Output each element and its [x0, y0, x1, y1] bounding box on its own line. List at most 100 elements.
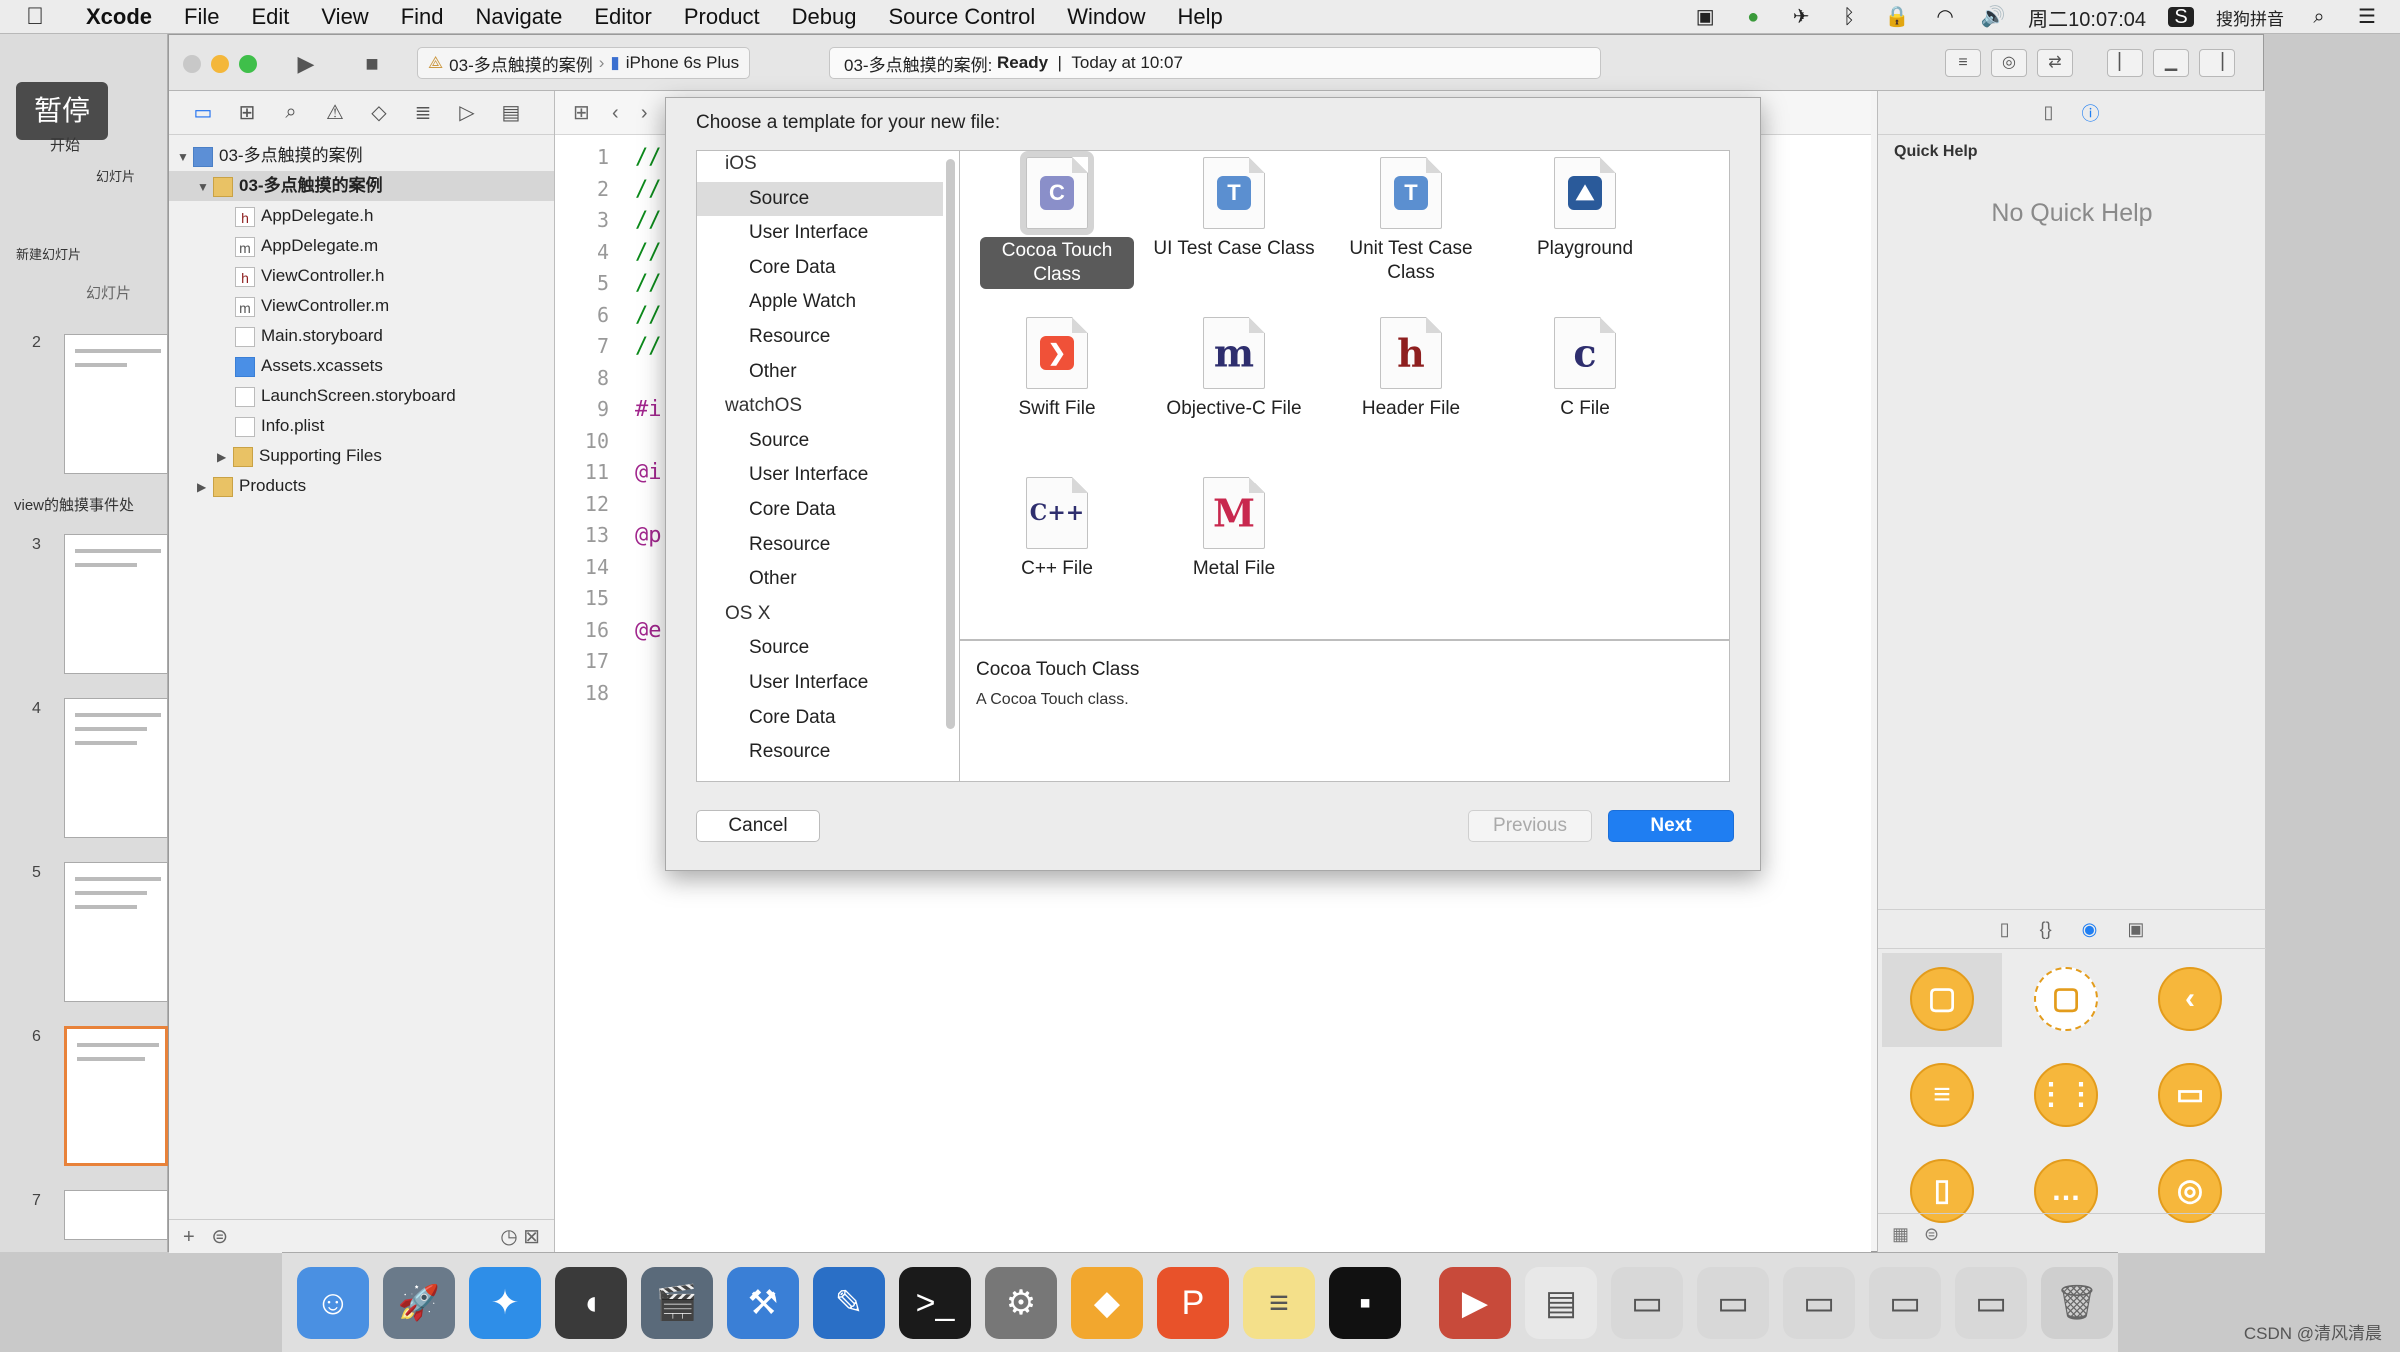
category-group-ios[interactable]: iOS — [697, 151, 943, 181]
tree-row-file[interactable]: Assets.xcassets — [169, 351, 554, 381]
volume-icon[interactable]: 🔊 — [1980, 7, 2006, 27]
menu-navigate[interactable]: Navigate — [460, 4, 579, 30]
debug-navigator-icon[interactable]: ≣ — [409, 100, 437, 125]
toggle-navigator-icon[interactable]: ▏ — [2107, 49, 2143, 77]
assistant-editor-icon[interactable]: ◎ — [1991, 49, 2027, 77]
template-unit-test-case-class[interactable]: T Unit Test Case Class — [1326, 157, 1496, 285]
menu-help[interactable]: Help — [1162, 4, 1239, 30]
scheme-selector[interactable]: ⟁ 03-多点触摸的案例 › ▮ iPhone 6s Plus — [417, 47, 751, 79]
category-group-os-x[interactable]: OS X — [697, 597, 943, 631]
template-c-file[interactable]: c C File — [1500, 317, 1670, 421]
category-item[interactable]: Apple Watch — [697, 285, 943, 319]
category-item[interactable]: User Interface — [697, 458, 943, 492]
library-item[interactable]: ‹ — [2130, 953, 2250, 1047]
toggle-utilities-icon[interactable]: ▕ — [2199, 49, 2235, 77]
airplane-icon[interactable]: ✈ — [1788, 7, 1814, 27]
stop-icon[interactable]: ■ — [357, 49, 387, 79]
back-arrow-icon[interactable]: ‹ — [612, 102, 619, 124]
breakpoint-icon[interactable]: ▷ — [453, 100, 481, 125]
code-snippet-library-icon[interactable]: {} — [2040, 919, 2052, 940]
code-line[interactable]: // — [635, 205, 662, 237]
slide-thumbnail[interactable] — [64, 698, 168, 838]
spotlight-search-icon[interactable]: ⌕ — [2306, 7, 2332, 27]
trash-icon[interactable]: 🗑 — [2041, 1266, 2113, 1339]
safari-icon[interactable]: ✦ — [469, 1266, 541, 1339]
instruments-icon[interactable]: ✎ — [813, 1266, 885, 1339]
window-thumbnail-icon[interactable]: ▭ — [1955, 1266, 2027, 1339]
close-window-button[interactable] — [183, 55, 201, 73]
disclosure-closed-icon[interactable]: ▶ — [217, 442, 233, 472]
template-objective-c-file[interactable]: m Objective-C File — [1149, 317, 1319, 421]
pause-button[interactable]: 暂停 — [16, 82, 108, 140]
category-item[interactable]: Resource — [697, 528, 943, 562]
launchpad-icon[interactable]: 🚀 — [383, 1266, 455, 1339]
video-player-icon[interactable]: ▶ — [1439, 1266, 1511, 1339]
category-item[interactable]: Other — [697, 562, 943, 596]
menu-debug[interactable]: Debug — [776, 4, 873, 30]
photo-booth-icon[interactable]: 🎬 — [641, 1266, 713, 1339]
apple-menu-icon[interactable]:  — [0, 3, 70, 31]
tree-row-file[interactable]: Main.storyboard — [169, 321, 554, 351]
tree-row-file[interactable]: m ViewController.m — [169, 291, 554, 321]
tree-row-file[interactable]: h ViewController.h — [169, 261, 554, 291]
category-item[interactable]: Other — [697, 355, 943, 389]
file-template-library-icon[interactable]: ▯ — [2000, 919, 2010, 940]
ppt-new-slide[interactable]: 新建幻灯片 — [16, 244, 81, 263]
category-item[interactable]: User Interface — [697, 216, 943, 250]
window-thumbnail-icon[interactable]: ▭ — [1783, 1266, 1855, 1339]
paw-icon[interactable]: P — [1157, 1266, 1229, 1339]
related-items-icon[interactable]: ⊞ — [573, 102, 590, 124]
screen-record-icon[interactable]: ▣ — [1692, 7, 1718, 27]
menu-file[interactable]: File — [168, 4, 235, 30]
window-thumbnail-icon[interactable]: ▭ — [1869, 1266, 1941, 1339]
warning-icon[interactable]: ⚠ — [321, 100, 349, 125]
tree-row-project[interactable]: ▼ 03-多点触摸的案例 — [169, 141, 554, 171]
menu-view[interactable]: View — [305, 4, 384, 30]
bluetooth-icon[interactable]: ᛒ — [1836, 7, 1862, 27]
category-item[interactable]: Resource — [697, 320, 943, 354]
notification-center-icon[interactable]: ☰ — [2354, 7, 2380, 27]
forward-arrow-icon[interactable]: › — [641, 102, 648, 124]
code-line[interactable]: // — [635, 237, 662, 269]
template-cocoa-touch-class[interactable]: C Cocoa Touch Class — [972, 151, 1142, 289]
category-item[interactable]: Source — [697, 424, 943, 458]
play-status-icon[interactable]: ● — [1740, 7, 1766, 27]
search-icon[interactable]: ⌕ — [277, 101, 305, 124]
folder-icon[interactable]: ▭ — [189, 100, 217, 125]
tree-row-group[interactable]: ▼ 03-多点触摸的案例 — [169, 171, 554, 201]
window-thumbnail-icon[interactable]: ▭ — [1611, 1266, 1683, 1339]
system-preferences-icon[interactable]: ⚙ — [985, 1266, 1057, 1339]
media-library-icon[interactable]: ▣ — [2127, 919, 2144, 940]
library-item[interactable]: ▢ — [2006, 953, 2126, 1047]
code-line[interactable]: @i — [635, 457, 662, 489]
tree-row-group[interactable]: ▶ Products — [169, 471, 554, 501]
slide-thumbnail[interactable] — [64, 334, 168, 474]
category-item[interactable]: Core Data — [697, 701, 943, 735]
file-inspector-icon[interactable]: ▯ — [2044, 102, 2054, 123]
template-c-file[interactable]: C++ C++ File — [972, 477, 1142, 581]
library-item[interactable]: ≡ — [1882, 1049, 2002, 1143]
template-metal-file[interactable]: M Metal File — [1149, 477, 1319, 581]
library-item[interactable]: ▭ — [2130, 1049, 2250, 1143]
menu-xcode[interactable]: Xcode — [70, 4, 168, 30]
window-thumbnail-icon[interactable]: ▭ — [1697, 1266, 1769, 1339]
object-library-icon[interactable]: ◉ — [2082, 919, 2098, 940]
input-method-icon[interactable]: S — [2168, 7, 2194, 27]
test-navigator-icon[interactable]: ◇ — [365, 100, 393, 125]
tree-row-file[interactable]: Info.plist — [169, 411, 554, 441]
category-item[interactable]: Core Data — [697, 251, 943, 285]
grid-view-icon[interactable]: ▦ — [1892, 1224, 1909, 1244]
input-method-label[interactable]: 搜狗拼音 — [2216, 5, 2284, 30]
minimize-window-button[interactable] — [211, 55, 229, 73]
category-item[interactable]: Source — [697, 181, 943, 216]
library-item[interactable]: ⋮⋮ — [2006, 1049, 2126, 1143]
category-item[interactable]: User Interface — [697, 666, 943, 700]
code-line[interactable]: // — [635, 268, 662, 300]
sketch-icon[interactable]: ◆ — [1071, 1266, 1143, 1339]
tree-row-file[interactable]: LaunchScreen.storyboard — [169, 381, 554, 411]
disclosure-open-icon[interactable]: ▼ — [177, 142, 193, 172]
category-group-watchos[interactable]: watchOS — [697, 389, 943, 423]
code-line[interactable]: #i — [635, 394, 662, 426]
menu-source-control[interactable]: Source Control — [873, 4, 1052, 30]
slide-thumbnail[interactable] — [64, 534, 168, 674]
